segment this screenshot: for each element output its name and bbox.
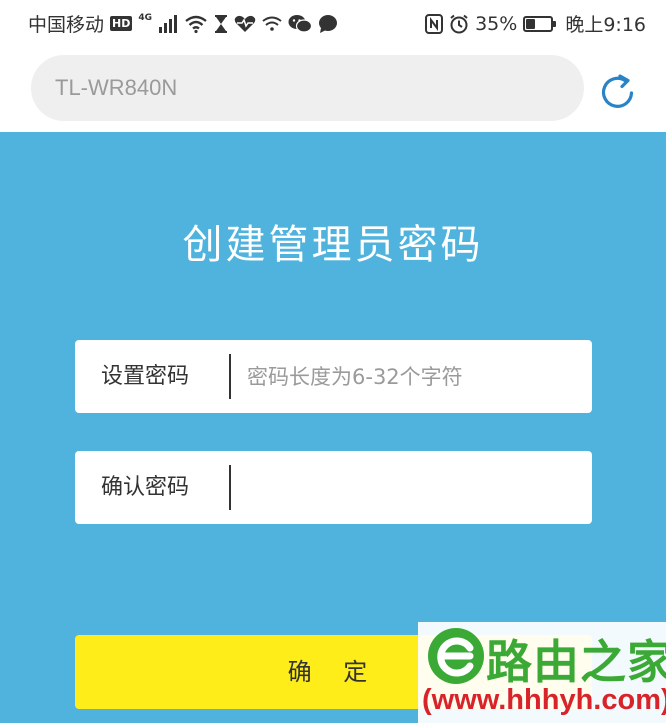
- clock-time: 晚上9:16: [565, 14, 646, 36]
- watermark-brand: 路由之家: [486, 635, 666, 689]
- page-title: 创建管理员密码: [182, 222, 484, 268]
- address-bar[interactable]: TL-WR840N: [31, 55, 584, 121]
- browser-toolbar: TL-WR840N: [0, 44, 666, 132]
- reload-icon: [601, 74, 634, 108]
- set-password-field[interactable]: 设置密码: [75, 340, 592, 413]
- battery-fill: [526, 18, 536, 29]
- confirm-password-label: 确认密码: [101, 475, 190, 500]
- watermark: 路由之家 (www.hhhyh.com): [418, 622, 666, 723]
- status-bar: 中国移动 HD 4G 35% 晚上9:16: [0, 0, 666, 44]
- set-password-label: 设置密码: [101, 364, 190, 389]
- status-left: 中国移动 HD 4G: [28, 10, 338, 37]
- nfc-icon: [425, 13, 444, 34]
- wifi-small-icon: [262, 16, 282, 32]
- confirm-password-field[interactable]: 确认密码: [75, 451, 592, 524]
- wifi-icon: [184, 15, 208, 33]
- watermark-logo-icon: [428, 628, 484, 684]
- confirm-password-cursor: [229, 465, 231, 510]
- message-icon: [318, 14, 338, 34]
- network-type: 4G: [138, 12, 153, 23]
- hd-badge: HD: [110, 16, 133, 31]
- hourglass-icon: [214, 14, 228, 33]
- confirm-password-input[interactable]: [247, 461, 577, 514]
- wechat-icon: [288, 14, 313, 34]
- battery-icon: [523, 15, 557, 32]
- signal-icon: [158, 14, 178, 33]
- status-right: 35% 晚上9:16: [425, 10, 646, 37]
- set-password-input[interactable]: [247, 350, 577, 403]
- battery-percent: 35%: [475, 12, 518, 35]
- alarm-icon: [449, 14, 469, 34]
- carrier-name: 中国移动: [28, 14, 105, 36]
- heart-rate-icon: [234, 15, 256, 33]
- set-password-cursor: [229, 354, 231, 399]
- watermark-url: (www.hhhyh.com): [422, 684, 666, 716]
- reload-button[interactable]: [598, 72, 638, 112]
